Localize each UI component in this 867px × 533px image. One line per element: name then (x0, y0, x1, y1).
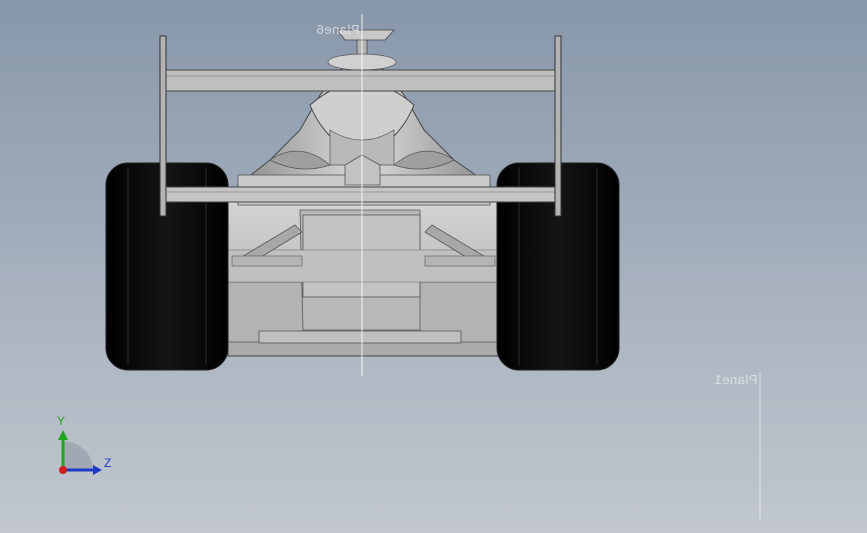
plane6-label[interactable]: Plane6 (316, 22, 359, 37)
z-axis-label: Z (104, 456, 112, 470)
plane1-label[interactable]: Plane1 (714, 372, 757, 387)
car-model-scene[interactable] (0, 0, 867, 533)
beam-wing (162, 186, 557, 203)
orientation-triad: Y Z (48, 412, 128, 482)
graphics-viewport[interactable]: Plane6 Plane1 Y Z (0, 0, 867, 533)
y-axis-label: Y (57, 414, 66, 428)
rear-body (227, 199, 501, 357)
